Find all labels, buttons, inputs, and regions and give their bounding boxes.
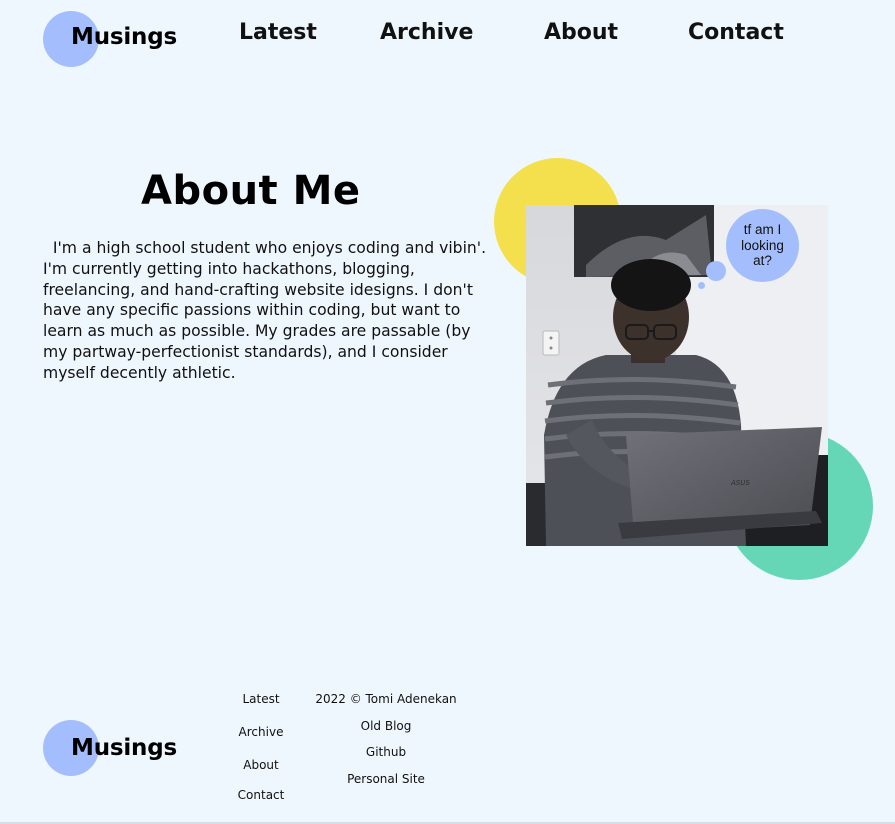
footer-nav-contact[interactable]: Contact (238, 788, 285, 802)
footer-nav-archive[interactable]: Archive (239, 725, 284, 739)
footer-link-github[interactable]: Github (366, 745, 406, 759)
thought-bubble: tf am I looking at? (726, 209, 799, 282)
thought-bubble-text: tf am I looking at? (741, 222, 784, 269)
logo-text: Musings (71, 24, 177, 50)
footer-link-personal-site[interactable]: Personal Site (347, 772, 425, 786)
nav-archive[interactable]: Archive (380, 20, 473, 45)
nav-about[interactable]: About (544, 20, 618, 45)
nav-latest[interactable]: Latest (239, 20, 317, 45)
about-paragraph: I'm a high school student who enjoys cod… (43, 239, 496, 382)
svg-text:ASUS: ASUS (730, 479, 750, 487)
footer-copyright: 2022 © Tomi Adenekan (315, 692, 457, 706)
footer-logo-text: Musings (71, 735, 177, 761)
thought-bubble-dot-small (698, 282, 705, 289)
footer-nav-about[interactable]: About (243, 758, 278, 772)
nav-contact[interactable]: Contact (688, 20, 784, 45)
footer-link-old-blog[interactable]: Old Blog (361, 719, 412, 733)
thought-bubble-dot-medium (706, 261, 726, 281)
page-title: About Me (141, 168, 361, 214)
footer-nav-latest[interactable]: Latest (242, 692, 279, 706)
